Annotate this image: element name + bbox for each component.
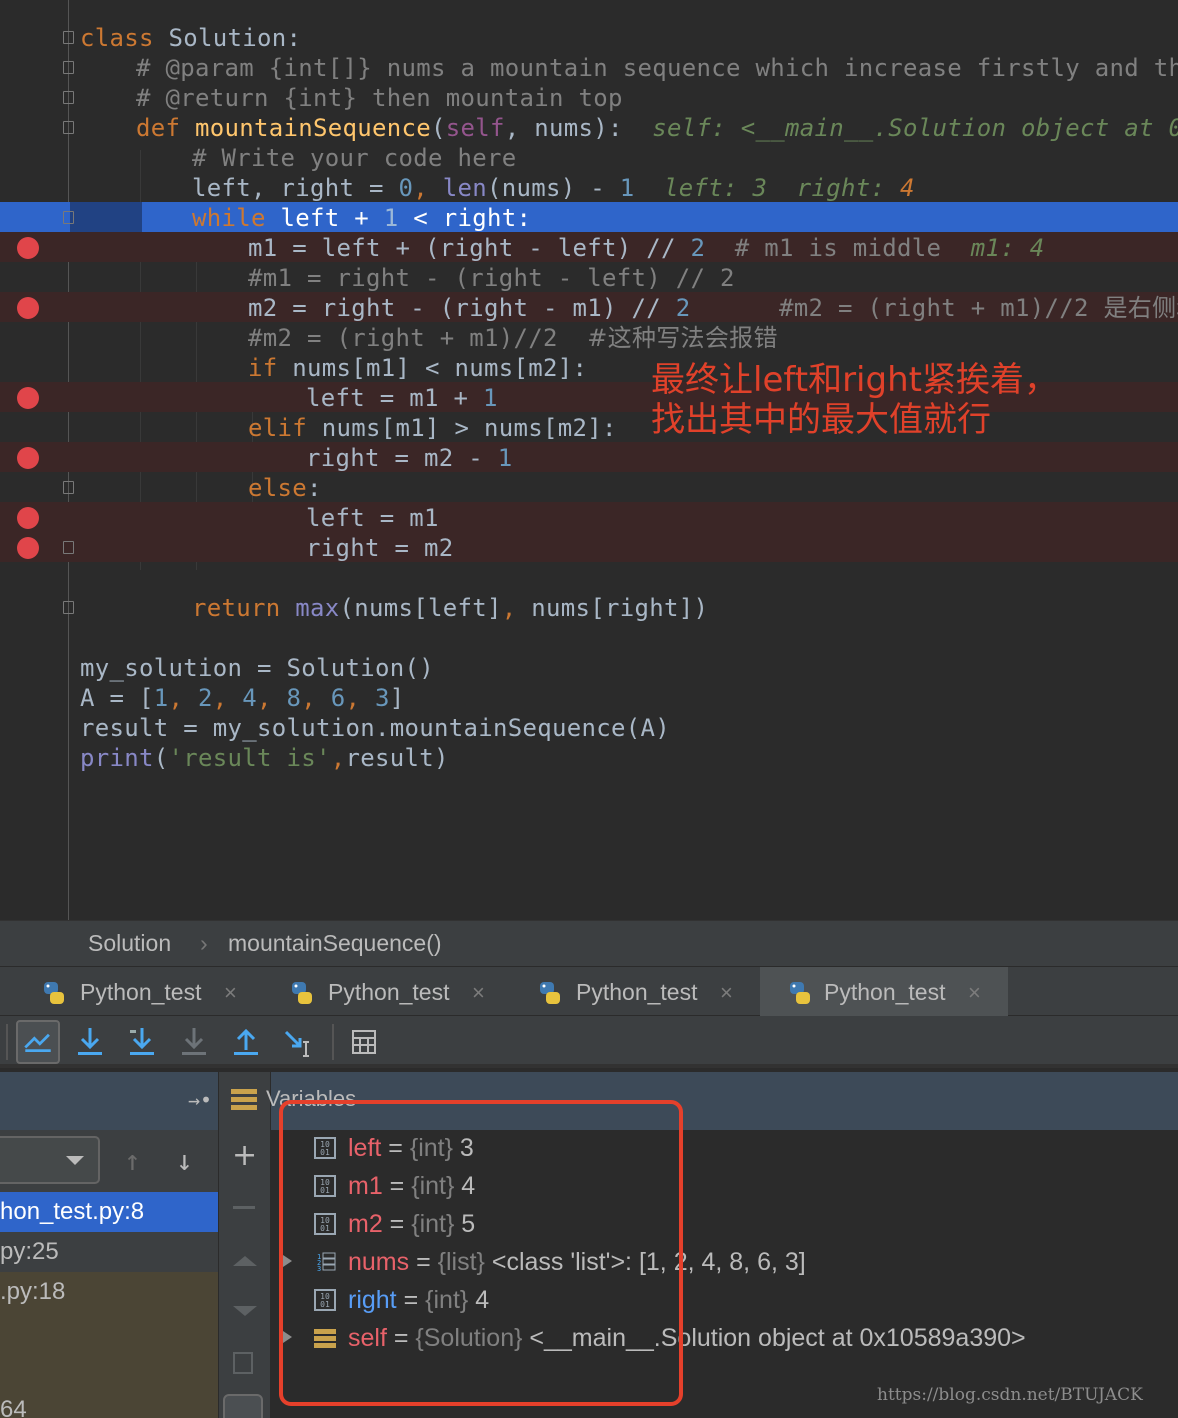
inline-debug-value: right:	[796, 174, 900, 202]
code-line-10[interactable]: m2 = right - (right - m1) // 2 #m2 = (ri…	[0, 292, 1178, 322]
close-icon[interactable]: ×	[472, 980, 485, 1006]
annotation-highlight-box	[279, 1100, 683, 1406]
tab-python-test-3[interactable]: Python_test ×	[496, 967, 744, 1017]
frame-item[interactable]: .py:18	[0, 1272, 218, 1312]
close-icon[interactable]: ×	[968, 980, 981, 1006]
breakpoint-icon[interactable]	[17, 507, 39, 529]
toolbar-divider	[332, 1024, 334, 1060]
step-out-icon	[234, 1028, 258, 1055]
remove-watch-icon[interactable]	[233, 1206, 255, 1209]
code-line-22[interactable]: result = my_solution.mountainSequence(A)	[0, 712, 1178, 742]
show-execution-point-button[interactable]	[16, 1020, 60, 1064]
step-into-my-code-button[interactable]	[120, 1020, 164, 1064]
execution-point-icon	[24, 1033, 51, 1052]
inline-debug-value: self: <__main__.Solution object at 0x105	[652, 114, 1178, 142]
current-execution-line[interactable]: while left + 1 < right:	[0, 202, 1178, 232]
python-icon	[540, 982, 560, 1004]
code-line-2[interactable]: # @param {int[]} nums a mountain sequenc…	[0, 52, 1178, 82]
code-line-8[interactable]: m1 = left + (right - left) // 2 # m1 is …	[0, 232, 1178, 262]
tab-python-test-4[interactable]: Python_test ×	[760, 967, 1008, 1017]
close-icon[interactable]: ×	[224, 980, 237, 1006]
fold-icon[interactable]	[61, 89, 75, 105]
breakpoint-icon[interactable]	[17, 387, 39, 409]
inline-debug-value: left:	[664, 174, 753, 202]
fold-icon[interactable]	[61, 119, 75, 135]
python-icon	[292, 982, 312, 1004]
code-line-19[interactable]: return max(nums[left], nums[right])	[0, 592, 1178, 622]
run-to-cursor-button[interactable]	[276, 1020, 320, 1064]
code-line-21[interactable]: A = [1, 2, 4, 8, 6, 3]	[0, 682, 1178, 712]
debugger-toolbar	[0, 1016, 1178, 1068]
move-down-icon[interactable]	[233, 1306, 257, 1316]
force-step-into-button[interactable]	[172, 1020, 216, 1064]
chevron-down-icon	[66, 1156, 84, 1165]
code-line-11[interactable]: #m2 = (right + m1)//2 #这种写法会报错	[0, 322, 1178, 352]
code-line-17[interactable]: left = m1	[0, 502, 1178, 532]
annotation-text: 最终让left和right紧挨着， 找出其中的最大值就行	[651, 360, 1058, 440]
frame-item[interactable]: hon_test.py:8	[0, 1192, 218, 1232]
watermark: https://blog.csdn.net/BTUJACK	[877, 1385, 1143, 1405]
breadcrumb-method[interactable]: mountainSequence()	[228, 930, 442, 957]
frame-item[interactable]: 64	[0, 1390, 218, 1418]
breakpoint-icon[interactable]	[17, 237, 39, 259]
code-line-9[interactable]: #m1 = right - (right - left) // 2	[0, 262, 1178, 292]
fold-icon[interactable]	[61, 29, 75, 45]
python-icon	[790, 982, 810, 1004]
tab-python-test-1[interactable]: Python_test ×	[0, 967, 248, 1017]
code-line-15[interactable]: right = m2 - 1	[0, 442, 1178, 472]
code-line-3[interactable]: # @return {int} then mountain top	[0, 82, 1178, 112]
add-watch-icon[interactable]: +	[232, 1138, 257, 1173]
previous-frame-icon[interactable]: ↑	[124, 1144, 141, 1177]
next-frame-icon[interactable]: ↓	[176, 1144, 193, 1177]
move-up-icon[interactable]	[233, 1256, 257, 1266]
variables-toolstrip: +	[218, 1072, 270, 1418]
list-icon	[231, 1089, 257, 1110]
step-over-button[interactable]	[68, 1020, 112, 1064]
fold-icon[interactable]	[61, 59, 75, 75]
code-line-23[interactable]: print('result is',result)	[0, 742, 1178, 772]
frame-item[interactable]: py:25	[0, 1232, 218, 1272]
code-line-16[interactable]: else:	[0, 472, 1178, 502]
step-over-icon	[78, 1028, 102, 1055]
frames-header: →•	[0, 1072, 218, 1130]
code-line-5[interactable]: # Write your code here	[0, 142, 1178, 172]
force-step-into-icon	[182, 1028, 206, 1055]
toolbar-divider	[6, 1024, 8, 1060]
close-icon[interactable]: ×	[720, 980, 733, 1006]
fold-icon[interactable]	[61, 599, 75, 615]
breakpoint-icon[interactable]	[17, 537, 39, 559]
calculator-icon	[352, 1030, 376, 1054]
thread-selector[interactable]	[0, 1136, 100, 1184]
glasses-icon[interactable]	[223, 1394, 263, 1418]
copy-icon[interactable]	[233, 1352, 253, 1374]
frames-panel: →• ↑ ↓ hon_test.py:8 py:25 .py:18 64	[0, 1072, 218, 1418]
code-line-18[interactable]: right = m2	[0, 532, 1178, 562]
code-editor[interactable]: class Solution: # @param {int[]} nums a …	[0, 0, 1178, 920]
code-line-20[interactable]: my_solution = Solution()	[0, 652, 1178, 682]
breadcrumb-class[interactable]: Solution	[88, 930, 171, 957]
evaluate-expression-button[interactable]	[342, 1020, 386, 1064]
step-into-icon	[130, 1028, 154, 1055]
code-line-4[interactable]: def mountainSequence(self, nums): self: …	[0, 112, 1178, 142]
fold-icon[interactable]	[61, 479, 75, 495]
breakpoint-icon[interactable]	[17, 297, 39, 319]
breadcrumb: Solution › mountainSequence()	[0, 920, 1178, 966]
code-line-1[interactable]: class Solution:	[0, 22, 1178, 52]
debug-session-tabs: Python_test × Python_test × Python_test …	[0, 966, 1178, 1017]
python-icon	[44, 982, 64, 1004]
fold-icon[interactable]	[61, 209, 75, 225]
inline-debug-value: m1:	[970, 234, 1030, 262]
fold-icon[interactable]	[61, 539, 75, 555]
restore-layout-icon[interactable]: →•	[188, 1088, 212, 1112]
code-line-6[interactable]: left, right = 0, len(nums) - 1 left: 3 r…	[0, 172, 1178, 202]
breakpoint-icon[interactable]	[17, 447, 39, 469]
run-to-cursor-icon	[284, 1030, 309, 1057]
tab-python-test-2[interactable]: Python_test ×	[248, 967, 496, 1017]
step-out-button[interactable]	[224, 1020, 268, 1064]
breadcrumb-separator: ›	[200, 930, 208, 956]
